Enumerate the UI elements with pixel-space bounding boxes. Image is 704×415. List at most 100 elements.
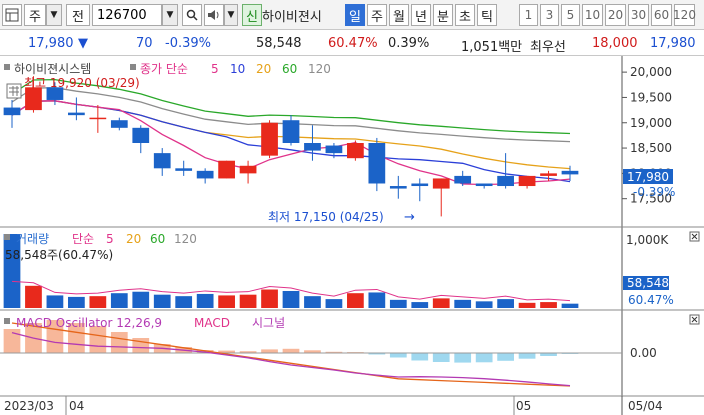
volume-bar (475, 301, 493, 308)
candle-body (497, 175, 514, 187)
interval-tab[interactable]: 120 (673, 4, 696, 26)
speaker-dropdown-icon[interactable]: ▼ (224, 4, 238, 26)
volume-bar (432, 298, 450, 308)
macd-label: MACD (194, 316, 230, 330)
volume-bar (282, 290, 300, 308)
window-icon[interactable] (2, 4, 22, 26)
volume-ma-label: 단순 (72, 232, 94, 246)
candle-body (518, 175, 536, 187)
volume-bar (304, 296, 321, 308)
volume-bar (411, 302, 429, 308)
volume-bar (153, 294, 171, 308)
volume-text: 58,548주(60.47%) (5, 248, 113, 262)
oscillator-bar (454, 353, 472, 363)
candle-body (25, 87, 42, 111)
grid-toggle-icon[interactable] (6, 83, 22, 99)
candle-body (153, 153, 171, 169)
volume-bar (68, 296, 85, 308)
volume-ratio: 60.47% (328, 36, 378, 51)
volume-bar (175, 296, 193, 308)
x-label-start: 2023/03 (4, 399, 54, 413)
oscillator-bar (3, 329, 21, 353)
toolbar: 주 ▼ 전 ▼ ▼ 신 하이비젼시 일주월년분초틱 13510203060120 (0, 0, 704, 30)
candle-body (261, 122, 278, 156)
volume-bar (347, 293, 364, 308)
best-bid-price: 17,980 (650, 36, 696, 51)
down-arrow-icon: ▼ (78, 36, 88, 51)
period-tab[interactable]: 주 (367, 4, 387, 26)
last-price-label: 17,980 (627, 170, 669, 184)
period-tab[interactable]: 일 (345, 4, 365, 26)
candle-body (540, 173, 557, 176)
low-arrow-icon: → (404, 210, 415, 225)
candle-body (282, 120, 300, 143)
volume-bar (218, 295, 235, 308)
interval-tab[interactable]: 3 (540, 4, 559, 26)
x-label-last: 05/04 (628, 399, 663, 413)
period-tab[interactable]: 분 (433, 4, 453, 26)
candle-body (561, 170, 579, 175)
period-tab[interactable]: 월 (389, 4, 409, 26)
volume-bar (454, 299, 472, 308)
candle-body (432, 178, 450, 189)
interval-tab[interactable]: 10 (582, 4, 603, 26)
price-panel-title: 하이비젼시스템 (14, 62, 91, 76)
volume-bar (239, 294, 257, 308)
candle-body (411, 183, 429, 187)
macd-marker-icon (4, 318, 10, 324)
y-tick-label: 19,500 (630, 90, 672, 104)
turnover-ratio: 0.39% (388, 36, 430, 51)
volume-bar (497, 299, 514, 308)
interval-tab[interactable]: 20 (605, 4, 626, 26)
candle-body (175, 168, 193, 171)
oscillator-bar (89, 326, 107, 353)
market-dropdown-icon[interactable]: ▼ (46, 4, 62, 26)
interval-tab[interactable]: 5 (561, 4, 580, 26)
x-label-april: 04 (69, 399, 84, 413)
oscillator-bar (389, 353, 407, 358)
jeon-label: 전 (72, 9, 84, 25)
period-tab[interactable]: 틱 (477, 4, 497, 26)
volume-bar (561, 303, 579, 308)
best-ask-price: 18,000 (592, 36, 638, 51)
volume-bar (132, 291, 150, 308)
period-tab[interactable]: 년 (411, 4, 431, 26)
interval-tab[interactable]: 60 (651, 4, 672, 26)
code-dropdown-icon[interactable]: ▼ (162, 4, 178, 26)
oscillator-bar (261, 349, 278, 353)
speaker-icon-glyph (208, 10, 219, 20)
market-select[interactable]: 주 (24, 4, 46, 26)
best-ask-label: 최우선 (530, 40, 566, 55)
interval-tab[interactable]: 1 (519, 4, 538, 26)
candle-body (454, 175, 472, 184)
volume-value: 58,548 (256, 36, 302, 51)
low-annotation: 최저 17,150 (04/25) (268, 210, 384, 224)
volume-bar (325, 299, 343, 308)
last-volume-label: 58,548 (627, 276, 669, 290)
candle-body (68, 112, 85, 116)
period-tab[interactable]: 초 (455, 4, 475, 26)
search-icon[interactable] (182, 4, 202, 26)
interval-tab[interactable]: 30 (628, 4, 649, 26)
current-price: 17,980 (28, 36, 74, 51)
candle-body (218, 160, 235, 179)
volume-bar (110, 293, 128, 308)
candle-body (347, 143, 364, 159)
candle-body (368, 143, 386, 184)
x-label-may: 05 (516, 399, 531, 413)
stock-code-input[interactable] (92, 4, 162, 26)
jeon-button[interactable]: 전 (66, 4, 90, 26)
candle-body (304, 143, 321, 151)
volume-ma-60-label: 60 (150, 232, 165, 246)
ma-120-label: 120 (308, 62, 331, 76)
y-tick-label: 20,000 (630, 65, 672, 79)
search-icon-glyph (186, 9, 198, 21)
candle-body (132, 127, 150, 143)
candle-body (110, 120, 128, 128)
ma-label: 종가 단순 (140, 62, 188, 76)
stock-chart[interactable]: 20,00019,50019,00018,50018,00017,500 하이비… (0, 56, 704, 415)
ma-5-label: 5 (211, 62, 219, 76)
volume-bar (368, 292, 386, 308)
speaker-icon[interactable] (204, 4, 224, 26)
macd-osc-label: MACD Oscillator 12,26,9 (16, 316, 162, 330)
